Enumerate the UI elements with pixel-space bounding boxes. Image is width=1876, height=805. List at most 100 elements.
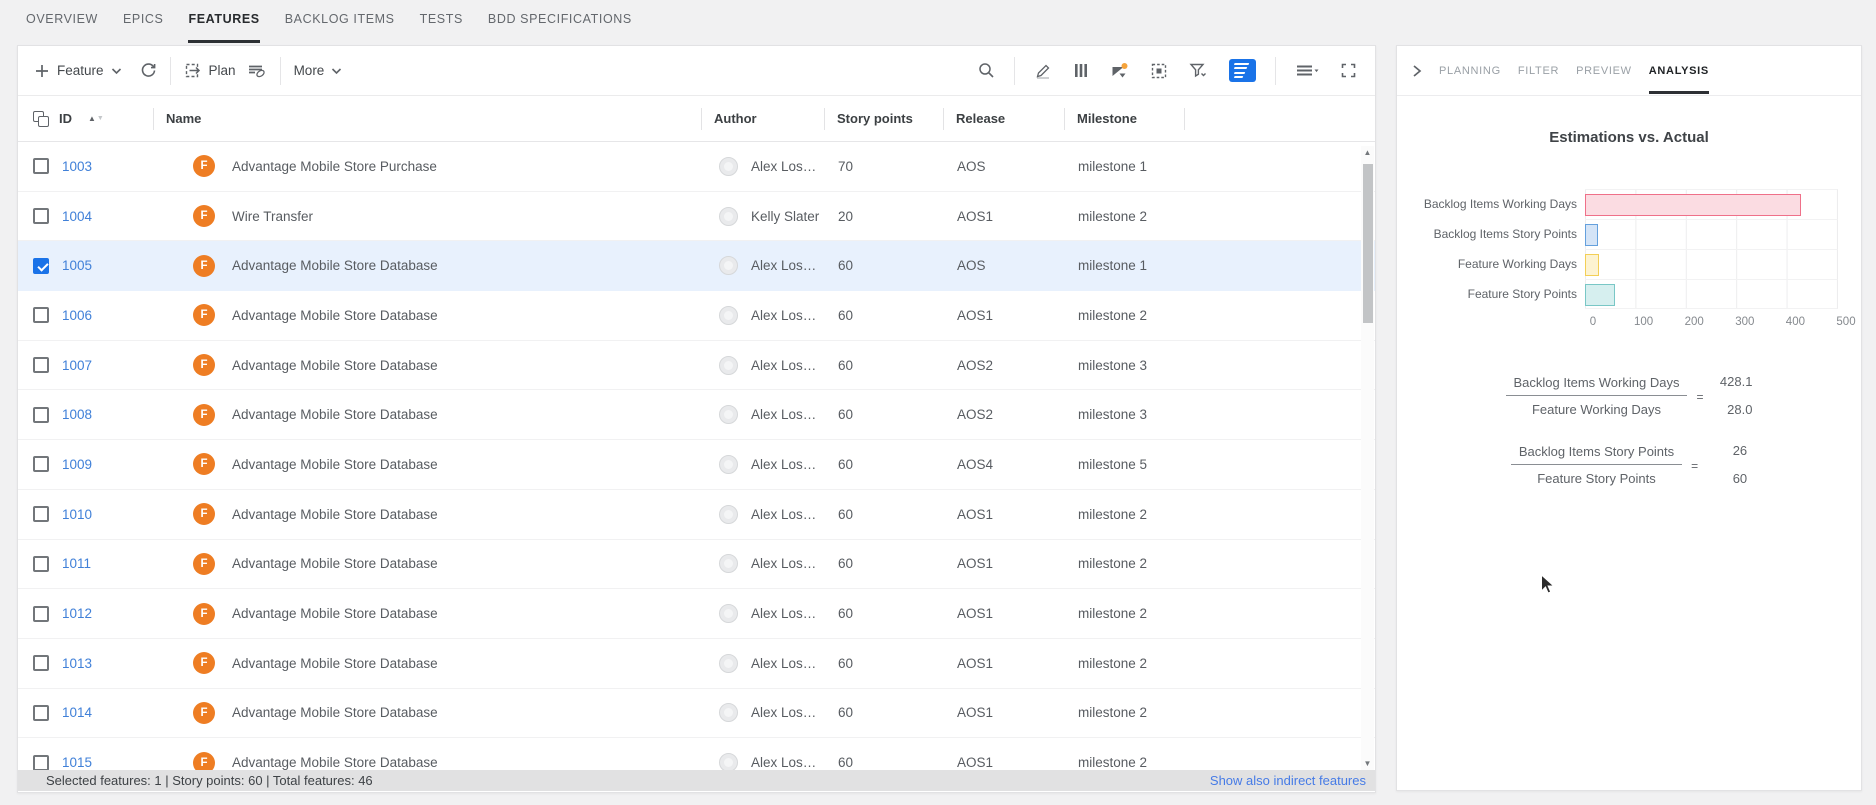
fullscreen-icon[interactable] [1340, 62, 1357, 79]
quick-filter-icon[interactable] [1110, 62, 1129, 80]
axis-tick-label: 500 [1836, 316, 1855, 328]
nav-tab-tests[interactable]: TESTS [420, 12, 463, 45]
search-icon[interactable] [978, 62, 995, 79]
feature-id-link[interactable]: 1010 [62, 507, 92, 522]
table-row[interactable]: 1009FAdvantage Mobile Store DatabaseAlex… [18, 440, 1375, 490]
nav-tab-bdd-specifications[interactable]: BDD SPECIFICATIONS [488, 12, 632, 45]
author-cell: Alex Los… [701, 306, 824, 325]
feature-id-link[interactable]: 1003 [62, 159, 92, 174]
feature-id-link[interactable]: 1011 [62, 556, 91, 571]
feature-id-link[interactable]: 1014 [62, 705, 92, 720]
panel-tab-preview[interactable]: PREVIEW [1576, 65, 1632, 77]
milestone-cell: milestone 2 [1064, 209, 1184, 224]
plan-button[interactable]: Plan [184, 62, 236, 79]
new-feature-button[interactable]: Feature [34, 63, 122, 79]
columns-icon[interactable] [1073, 62, 1089, 79]
select-region-icon[interactable] [1150, 62, 1168, 80]
row-checkbox[interactable] [33, 407, 49, 423]
author-avatar [719, 405, 738, 424]
row-checkbox[interactable] [33, 556, 49, 572]
vertical-scrollbar[interactable]: ▲ ▼ [1361, 146, 1374, 771]
name-cell: FAdvantage Mobile Store Database [153, 702, 701, 724]
table-row[interactable]: 1010FAdvantage Mobile Store DatabaseAlex… [18, 490, 1375, 540]
select-all-icon[interactable] [33, 111, 49, 127]
milestone-cell: milestone 3 [1064, 407, 1184, 422]
scroll-down-arrow[interactable]: ▼ [1364, 760, 1372, 768]
show-indirect-features-link[interactable]: Show also indirect features [1210, 773, 1366, 788]
feature-id-link[interactable]: 1009 [62, 457, 92, 472]
column-header-name[interactable]: Name [153, 108, 701, 130]
link-items-icon[interactable] [247, 62, 267, 79]
column-header-story-points[interactable]: Story points [824, 108, 943, 130]
nav-tab-overview[interactable]: OVERVIEW [26, 12, 98, 45]
table-row[interactable]: 1007FAdvantage Mobile Store DatabaseAlex… [18, 341, 1375, 391]
table-row[interactable]: 1014FAdvantage Mobile Store DatabaseAlex… [18, 689, 1375, 739]
more-button[interactable]: More [294, 63, 343, 78]
row-checkbox[interactable] [33, 357, 49, 373]
chart-rows: Backlog Items Working DaysBacklog Items … [1397, 189, 1861, 309]
collapse-panel-icon[interactable] [1410, 63, 1424, 79]
table-row[interactable]: 1005FAdvantage Mobile Store DatabaseAlex… [18, 241, 1375, 291]
row-checkbox[interactable] [33, 755, 49, 771]
feature-id-link[interactable]: 1012 [62, 606, 92, 621]
column-header-author[interactable]: Author [701, 108, 824, 130]
nav-tab-backlog-items[interactable]: BACKLOG ITEMS [285, 12, 395, 45]
release-cell: AOS1 [943, 507, 1064, 522]
edit-icon[interactable] [1034, 62, 1052, 80]
scrollbar-thumb[interactable] [1363, 164, 1373, 323]
author-cell: Alex Los… [701, 405, 824, 424]
name-cell: FAdvantage Mobile Store Database [153, 255, 701, 277]
row-checkbox[interactable] [33, 307, 49, 323]
column-label: Milestone [1077, 111, 1137, 126]
row-density-icon[interactable] [1295, 63, 1319, 79]
refresh-icon[interactable] [140, 62, 157, 79]
column-header-release[interactable]: Release [943, 108, 1064, 130]
column-header-milestone[interactable]: Milestone [1064, 108, 1184, 130]
feature-id-link[interactable]: 1015 [62, 755, 92, 770]
ratio-denominator-label: Feature Story Points [1511, 465, 1682, 486]
toolbar-divider [280, 57, 281, 85]
features-table-card: Feature Plan [17, 45, 1376, 793]
name-cell: FAdvantage Mobile Store Database [153, 304, 701, 326]
feature-id-link[interactable]: 1004 [62, 209, 92, 224]
filter-icon[interactable] [1189, 62, 1208, 79]
table-row[interactable]: 1008FAdvantage Mobile Store DatabaseAlex… [18, 390, 1375, 440]
table-row[interactable]: 1006 FAdvantage Mobile Store DatabaseAlex… [18, 291, 1375, 341]
scroll-up-arrow[interactable]: ▲ [1364, 149, 1372, 157]
feature-type-icon: F [193, 603, 215, 625]
table-row[interactable]: 1004FWire TransferKelly Slater20AOS1mile… [18, 192, 1375, 242]
row-checkbox[interactable] [33, 705, 49, 721]
id-cell: 1004 [18, 208, 153, 224]
nav-tab-epics[interactable]: EPICS [123, 12, 164, 45]
feature-id-link[interactable]: 1006 [62, 308, 92, 323]
row-checkbox[interactable] [33, 208, 49, 224]
feature-id-link[interactable]: 1008 [62, 407, 92, 422]
analysis-panel-icon[interactable] [1229, 59, 1256, 82]
row-checkbox[interactable] [33, 655, 49, 671]
row-checkbox[interactable] [33, 456, 49, 472]
feature-id-link[interactable]: 1005 [62, 258, 92, 273]
feature-name: Advantage Mobile Store Database [232, 258, 438, 273]
row-checkbox[interactable] [33, 258, 49, 274]
nav-tab-features[interactable]: FEATURES [188, 12, 259, 45]
row-checkbox[interactable] [33, 506, 49, 522]
row-checkbox[interactable] [33, 158, 49, 174]
release-cell: AOS2 [943, 358, 1064, 373]
row-checkbox[interactable] [33, 606, 49, 622]
feature-id-link[interactable]: 1007 [62, 358, 92, 373]
notification-dot [1122, 63, 1128, 69]
column-header-id[interactable]: ID ▲ ▼ [18, 108, 153, 130]
toolbar-divider [1275, 57, 1276, 85]
author-avatar [719, 654, 738, 673]
feature-id-link[interactable]: 1013 [62, 656, 92, 671]
panel-tab-filter[interactable]: FILTER [1518, 65, 1559, 77]
story-points-cell: 60 [824, 656, 943, 671]
author-cell: Alex Los… [701, 356, 824, 375]
table-row[interactable]: 1013FAdvantage Mobile Store DatabaseAlex… [18, 639, 1375, 689]
table-row[interactable]: 1012FAdvantage Mobile Store DatabaseAlex… [18, 589, 1375, 639]
table-row[interactable]: 1011FAdvantage Mobile Store DatabaseAlex… [18, 540, 1375, 590]
panel-tab-analysis[interactable]: ANALYSIS [1649, 65, 1709, 77]
toolbar-divider [1014, 57, 1015, 85]
panel-tab-planning[interactable]: PLANNING [1439, 65, 1501, 77]
table-row[interactable]: 1003FAdvantage Mobile Store PurchaseAlex… [18, 142, 1375, 192]
